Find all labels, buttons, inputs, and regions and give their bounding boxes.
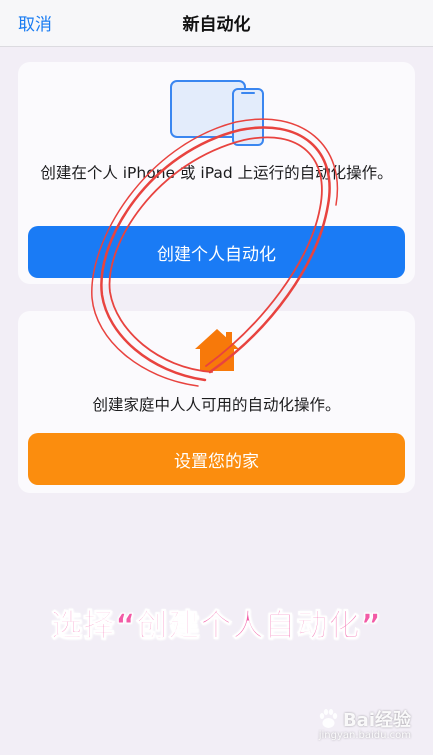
- home-icon: [195, 329, 239, 371]
- watermark-url: jingyan.baidu.com: [318, 730, 411, 741]
- page-title: 新自动化: [182, 15, 251, 35]
- instruction-caption: 选择“创建个人自动化”: [51, 608, 382, 645]
- set-up-home-button[interactable]: 设置您的家: [28, 433, 405, 485]
- paw-icon: [319, 709, 338, 728]
- iphone-ipad-icon: [170, 80, 264, 146]
- home-automation-description: 创建家庭中人人可用的自动化操作。: [92, 396, 341, 414]
- personal-automation-card: 创建在个人 iPhone 或 iPad 上运行的自动化操作。 创建个人自动化: [18, 62, 415, 284]
- home-automation-card: 创建家庭中人人可用的自动化操作。 设置您的家: [18, 311, 415, 493]
- baidu-watermark: Bai经验: [317, 706, 411, 732]
- watermark-brand: Bai经验: [342, 710, 411, 731]
- navigation-bar: 取消 新自动化: [0, 0, 433, 47]
- personal-automation-description: 创建在个人 iPhone 或 iPad 上运行的自动化操作。: [40, 164, 393, 182]
- create-personal-automation-button[interactable]: 创建个人自动化: [28, 226, 405, 278]
